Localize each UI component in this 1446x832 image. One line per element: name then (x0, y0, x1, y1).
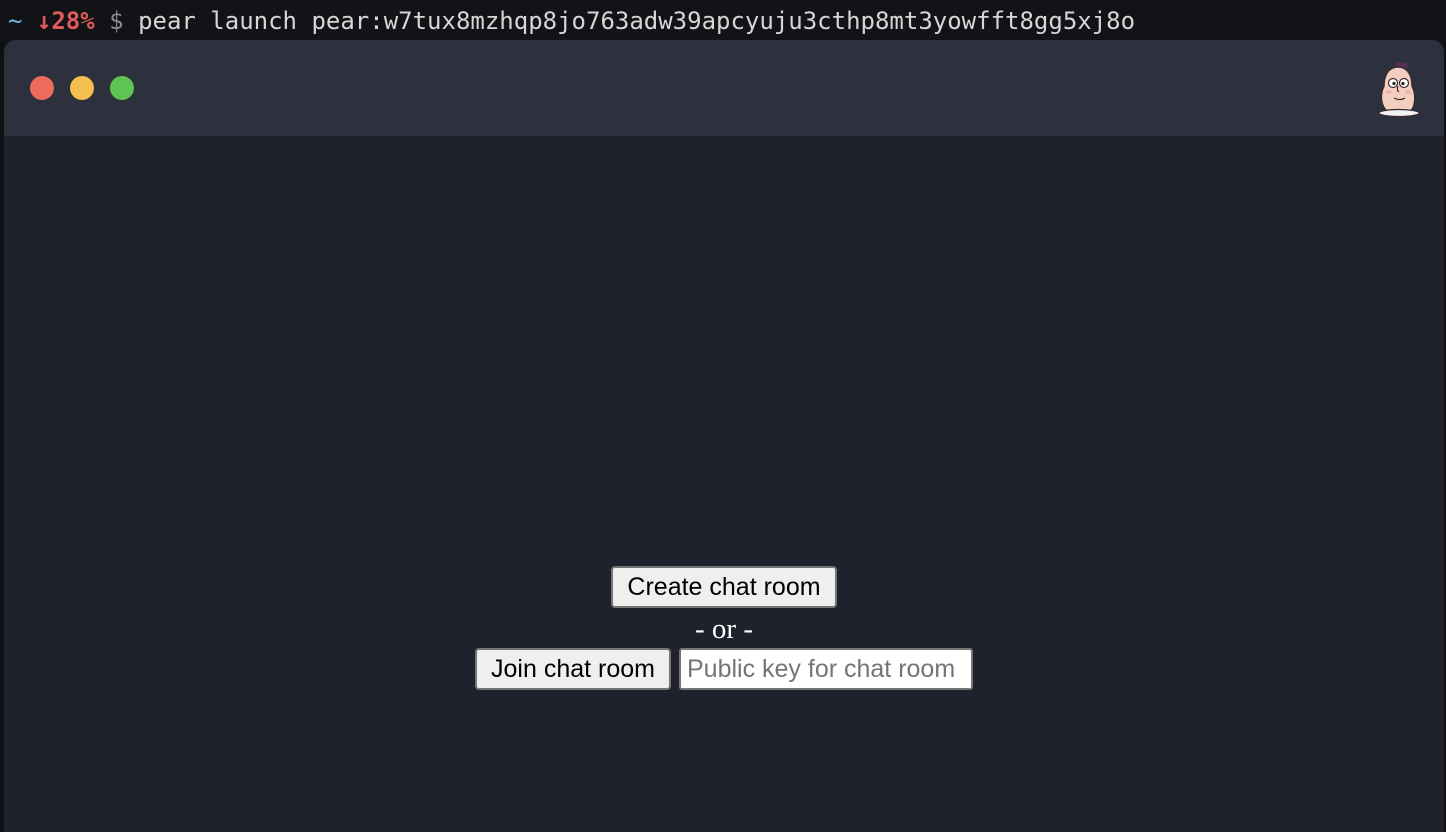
public-key-input[interactable] (678, 648, 973, 690)
pear-mascot-icon (1378, 61, 1420, 118)
or-separator: - or - (695, 613, 753, 645)
terminal-battery-indicator: ↓28% (36, 7, 95, 35)
window-maximize-button[interactable] (110, 76, 134, 100)
chat-room-actions: Create chat room - or - Join chat room (4, 566, 1444, 690)
main-content: Create chat room - or - Join chat room (4, 136, 1444, 832)
terminal-prompt-symbol: $ (109, 7, 124, 35)
terminal-prompt: ~ ↓28% $ pear launch pear:w7tux8mzhqp8jo… (0, 0, 1446, 42)
join-chat-room-button[interactable]: Join chat room (475, 648, 671, 690)
app-window: Create chat room - or - Join chat room (4, 40, 1444, 832)
terminal-home-tilde: ~ (8, 7, 23, 35)
create-chat-room-button[interactable]: Create chat room (611, 566, 837, 608)
join-chat-room-row: Join chat room (475, 648, 973, 690)
terminal-command: pear launch pear:w7tux8mzhqp8jo763adw39a… (138, 7, 1136, 35)
window-minimize-button[interactable] (70, 76, 94, 100)
window-close-button[interactable] (30, 76, 54, 100)
window-titlebar[interactable] (4, 40, 1444, 136)
